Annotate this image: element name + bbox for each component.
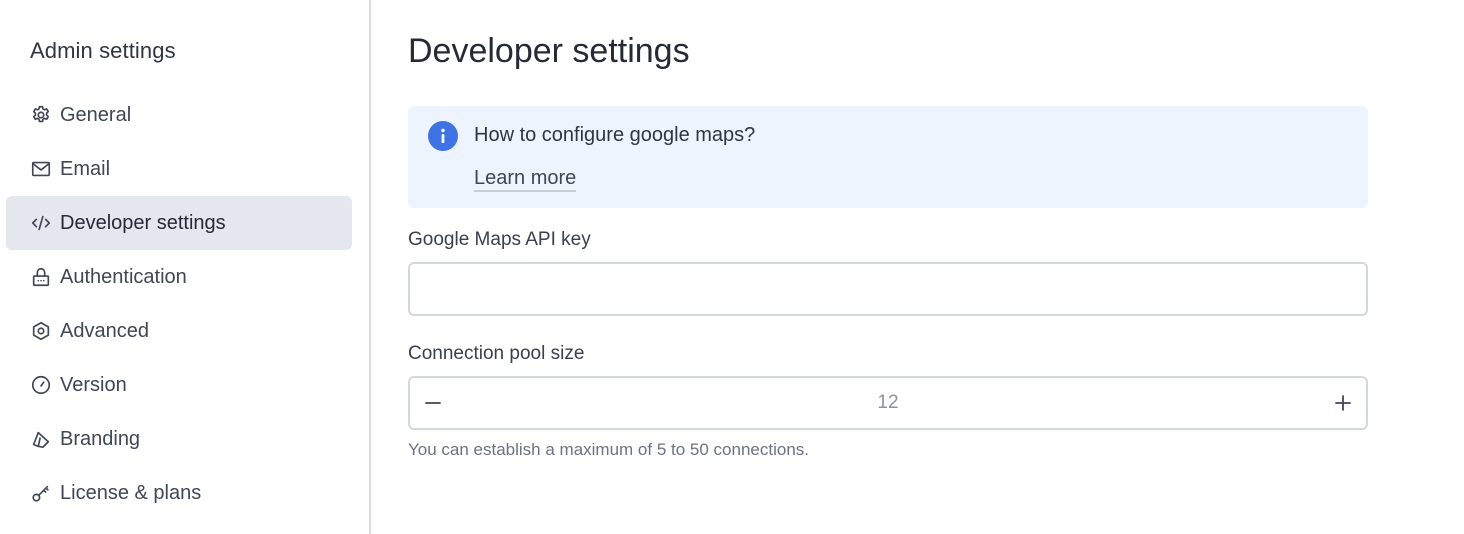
sidebar-item-label: Advanced: [60, 319, 149, 342]
lock-icon: [30, 266, 52, 288]
sidebar-item-advanced[interactable]: Advanced: [6, 304, 352, 358]
pool-size-helper-text: You can establish a maximum of 5 to 50 c…: [408, 440, 809, 459]
info-callout: How to configure google maps? Learn more: [408, 106, 1368, 208]
pool-size-label: Connection pool size: [408, 343, 585, 364]
plus-icon: [1335, 395, 1351, 411]
sidebar-item-label: Authentication: [60, 265, 187, 288]
swatch-icon: [30, 428, 52, 450]
learn-more-link[interactable]: Learn more: [474, 166, 577, 192]
sidebar-item-version[interactable]: Version: [6, 358, 352, 412]
sidebar-item-license-plans[interactable]: License & plans: [6, 466, 352, 520]
minus-icon: [425, 402, 441, 404]
code-icon: [30, 212, 52, 234]
key-icon: [30, 482, 52, 504]
sidebar-item-general[interactable]: General: [6, 88, 352, 142]
page-title: Developer settings: [408, 32, 690, 70]
pool-size-stepper: 12: [408, 376, 1368, 430]
gear-icon: [30, 104, 52, 126]
sidebar-item-label: License & plans: [60, 481, 202, 504]
sidebar-item-email[interactable]: Email: [6, 142, 352, 196]
pool-size-value[interactable]: 12: [470, 378, 1306, 428]
sidebar: Admin settings General Email Developer s…: [0, 0, 371, 534]
sidebar-item-label: Email: [60, 157, 111, 180]
mail-icon: [30, 158, 52, 180]
info-title: How to configure google maps?: [474, 124, 756, 146]
sidebar-item-authentication[interactable]: Authentication: [6, 250, 352, 304]
decrement-button[interactable]: [410, 378, 456, 428]
sidebar-title: Admin settings: [30, 38, 176, 63]
sidebar-nav: General Email Developer settings Authent…: [6, 88, 352, 520]
sidebar-item-branding[interactable]: Branding: [6, 412, 352, 466]
hexagon-icon: [30, 320, 52, 342]
increment-button[interactable]: [1320, 378, 1366, 428]
sidebar-item-label: General: [60, 103, 132, 126]
gauge-icon: [30, 374, 52, 396]
sidebar-item-developer-settings[interactable]: Developer settings: [6, 196, 352, 250]
api-key-label: Google Maps API key: [408, 229, 591, 250]
sidebar-item-label: Branding: [60, 427, 141, 450]
sidebar-item-label: Developer settings: [60, 211, 226, 234]
sidebar-item-label: Version: [60, 373, 127, 396]
info-icon: [428, 121, 458, 151]
api-key-input[interactable]: [408, 262, 1368, 316]
